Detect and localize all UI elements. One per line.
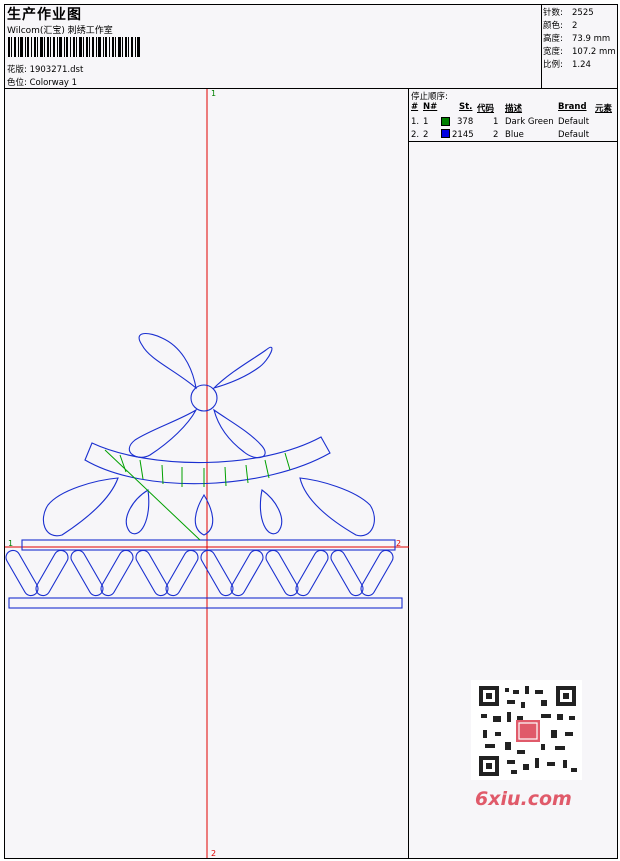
- row1-index: 1.: [411, 117, 420, 127]
- row1-n: 1: [423, 117, 429, 127]
- stat-scale: 比例: 1.24: [543, 60, 591, 70]
- col-header-index: #: [411, 102, 419, 112]
- qr-code-watermark: [471, 680, 582, 780]
- row2-stitches: 2145: [452, 130, 474, 140]
- stats-divider: [541, 4, 542, 88]
- watermark-brand: 6xiu.com: [475, 788, 572, 810]
- row1-description: Dark Green: [505, 117, 554, 127]
- guide-marker-left: 1: [8, 539, 14, 548]
- sheet-title: 生产作业图: [7, 7, 82, 23]
- embroidery-design-canvas: [5, 89, 409, 858]
- stat-colors: 颜色: 2: [543, 21, 578, 31]
- row1-brand: Default: [558, 117, 590, 127]
- table-bottom-line: [409, 141, 618, 142]
- col-header-element: 元素: [595, 104, 613, 114]
- row2-brand: Default: [558, 130, 590, 140]
- colorway-label: 色位:: [7, 78, 27, 88]
- guide-marker-top: 1: [211, 89, 217, 98]
- col-header-stitches: St.: [459, 102, 473, 112]
- design-file-line: 花版: 1903271.dst: [7, 63, 83, 75]
- barcode: [8, 37, 140, 57]
- design-label: 花版:: [7, 65, 27, 75]
- row2-color-swatch: [441, 129, 450, 138]
- row2-n: 2: [423, 130, 429, 140]
- stat-height: 高度: 73.9 mm: [543, 34, 611, 44]
- stat-width: 宽度: 107.2 mm: [543, 47, 616, 57]
- guide-marker-bottom: 2: [211, 849, 217, 858]
- green-satin-stitches: [104, 449, 291, 541]
- design-file: 1903271.dst: [29, 65, 84, 75]
- colorway-value: Colorway 1: [29, 78, 78, 88]
- col-header-description: 描述: [505, 104, 523, 114]
- col-header-code: 代码: [477, 104, 495, 114]
- colorway-line: 色位: Colorway 1: [7, 76, 77, 88]
- stat-stitches: 针数: 2525: [543, 8, 594, 18]
- row2-index: 2.: [411, 130, 420, 140]
- row1-code: 1: [493, 117, 499, 127]
- row1-color-swatch: [441, 117, 450, 126]
- guide-marker-right: 2: [396, 539, 402, 548]
- col-header-n: N#: [423, 102, 438, 112]
- col-header-brand: Brand: [558, 102, 587, 112]
- center-guides: [5, 89, 409, 858]
- row2-description: Blue: [505, 130, 524, 140]
- zigzag-border: [5, 549, 394, 597]
- row2-code: 2: [493, 130, 499, 140]
- stop-sequence-title: 停止顺序:: [411, 92, 448, 102]
- row1-stitches: 378: [457, 117, 474, 127]
- company-name: Wilcom(汇宝) 刺绣工作室: [7, 26, 113, 36]
